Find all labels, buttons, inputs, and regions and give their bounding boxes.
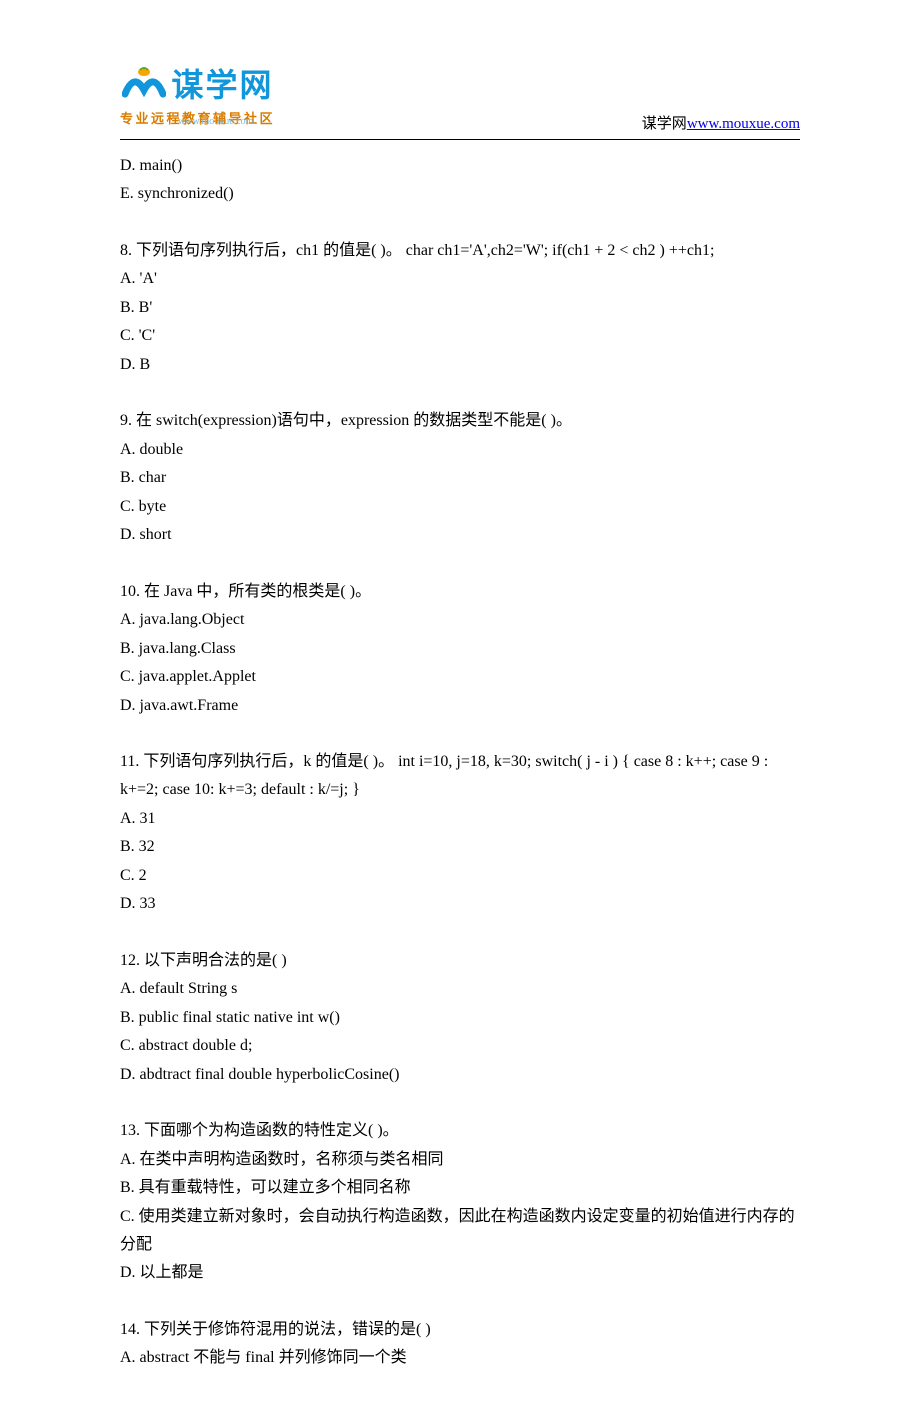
q13-option-b: B. 具有重载特性，可以建立多个相同名称 [120,1174,800,1202]
q10-option-a: A. java.lang.Object [120,606,800,634]
q8-option-c: C. 'C' [120,322,800,350]
logo-icon [122,64,166,102]
logo-url-small: www.mouxue.com [178,116,253,127]
q13-option-c: C. 使用类建立新对象时，会自动执行构造函数，因此在构造函数内设定变量的初始值进… [120,1203,800,1260]
q12-option-a: A. default String s [120,975,800,1003]
q14-option-a: A. abstract 不能与 final 并列修饰同一个类 [120,1344,800,1372]
q10-option-b: B. java.lang.Class [120,635,800,663]
q7-option-e: E. synchronized() [120,180,800,208]
q12-option-d: D. abdtract final double hyperbolicCosin… [120,1061,800,1089]
q8-option-a: A. 'A' [120,265,800,293]
q13-option-d: D. 以上都是 [120,1259,800,1287]
q11-stem: 11. 下列语句序列执行后，k 的值是( )。 int i=10, j=18, … [120,748,800,805]
q11-option-b: B. 32 [120,833,800,861]
q13-option-a: A. 在类中声明构造函数时，名称须与类名相同 [120,1146,800,1174]
site-logo: 谋学网 www.mouxue.com 专业远程教育辅导社区 [120,60,275,127]
document-body: D. main() E. synchronized() 8. 下列语句序列执行后… [120,152,800,1373]
q9-option-d: D. short [120,521,800,549]
q10-option-d: D. java.awt.Frame [120,692,800,720]
q10-option-c: C. java.applet.Applet [120,663,800,691]
q9-option-a: A. double [120,436,800,464]
q8-option-b: B. B' [120,294,800,322]
q11-option-d: D. 33 [120,890,800,918]
q14-stem: 14. 下列关于修饰符混用的说法，错误的是( ) [120,1316,800,1344]
q11-option-c: C. 2 [120,862,800,890]
q8-option-d: D. B [120,351,800,379]
header-right-prefix: 谋学网 [642,116,687,132]
q9-option-b: B. char [120,464,800,492]
q9-option-c: C. byte [120,493,800,521]
q12-option-c: C. abstract double d; [120,1032,800,1060]
q12-option-b: B. public final static native int w() [120,1004,800,1032]
page-header: 谋学网 www.mouxue.com 专业远程教育辅导社区 谋学网www.mou… [120,60,800,140]
q9-stem: 9. 在 switch(expression)语句中，expression 的数… [120,407,800,435]
q7-option-d: D. main() [120,152,800,180]
header-url-link[interactable]: www.mouxue.com [687,116,800,132]
q8-stem: 8. 下列语句序列执行后，ch1 的值是( )。 char ch1='A',ch… [120,237,800,265]
q12-stem: 12. 以下声明合法的是( ) [120,947,800,975]
header-right-link: 谋学网www.mouxue.com [642,112,800,133]
q10-stem: 10. 在 Java 中，所有类的根类是( )。 [120,578,800,606]
logo-text: 谋学网 [172,60,274,106]
q13-stem: 13. 下面哪个为构造函数的特性定义( )。 [120,1117,800,1145]
q11-option-a: A. 31 [120,805,800,833]
